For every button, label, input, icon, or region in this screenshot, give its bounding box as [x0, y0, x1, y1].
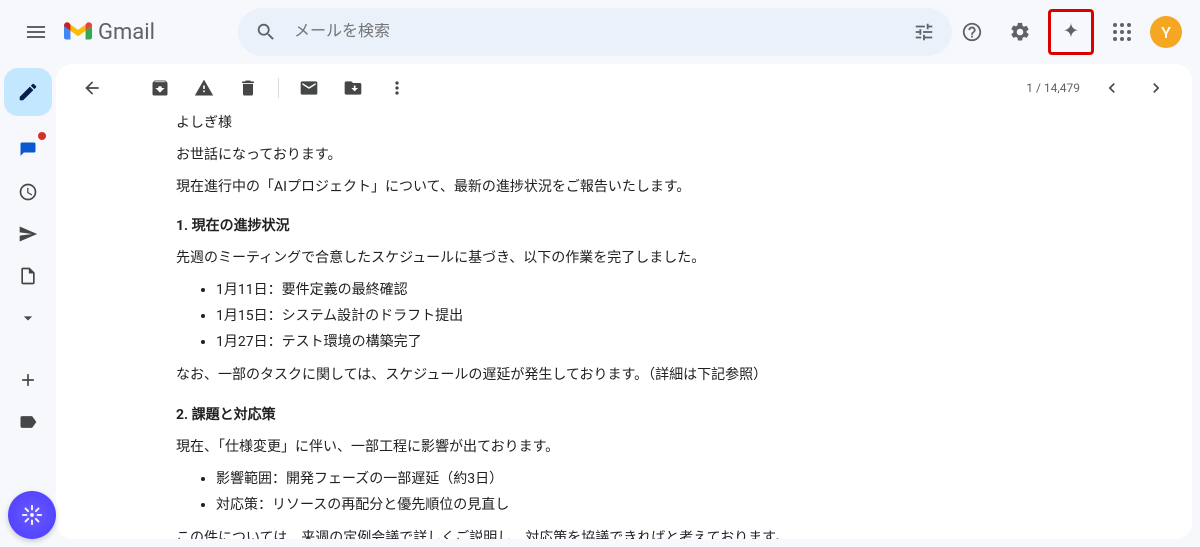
inbox-icon	[18, 140, 38, 160]
gmail-m-icon	[64, 21, 92, 43]
settings-button[interactable]	[1000, 12, 1040, 52]
new-label-button[interactable]	[12, 364, 44, 396]
move-to-button[interactable]	[333, 68, 373, 108]
trash-icon	[238, 78, 258, 98]
header-right: Y	[952, 9, 1192, 55]
section1-list: 1月11日：要件定義の最終確認 1月15日：システム設計のドラフト提出 1月27…	[176, 279, 1016, 354]
sparkle-icon	[1060, 21, 1082, 43]
content-card: 1 / 14,479 よしぎ様 お世話になっております。 現在進行中の「AIプロ…	[56, 64, 1192, 539]
nav-label[interactable]	[12, 406, 44, 438]
next-button[interactable]	[1136, 68, 1176, 108]
nav-drafts[interactable]	[12, 260, 44, 292]
gemini-highlight-box	[1048, 9, 1094, 55]
header: Gmail Y	[0, 0, 1200, 64]
label-icon	[18, 412, 38, 432]
folder-move-icon	[343, 78, 363, 98]
archive-button[interactable]	[140, 68, 180, 108]
plus-icon	[18, 370, 38, 390]
mail-body-scroll[interactable]: よしぎ様 お世話になっております。 現在進行中の「AIプロジェクト」について、最…	[56, 112, 1192, 539]
mail-intro: お世話になっております。	[176, 144, 1016, 168]
mail-icon	[299, 78, 319, 98]
back-button[interactable]	[72, 68, 112, 108]
spam-button[interactable]	[184, 68, 224, 108]
header-left: Gmail	[8, 8, 238, 56]
section2-lead: 現在、「仕様変更」に伴い、一部工程に影響が出ております。	[176, 436, 1016, 460]
apps-grid-icon	[1113, 23, 1131, 41]
nav-sent[interactable]	[12, 218, 44, 250]
toolbar-separator	[278, 78, 279, 98]
chevron-down-icon	[18, 308, 38, 328]
search-input[interactable]	[286, 23, 904, 41]
avatar-initial: Y	[1161, 23, 1171, 42]
unread-badge	[38, 132, 46, 140]
gmail-logo[interactable]: Gmail	[64, 20, 155, 45]
thread-counter: 1 / 14,479	[1026, 81, 1080, 95]
toolbar-right: 1 / 14,479	[1026, 68, 1176, 108]
chevron-left-icon	[1102, 78, 1122, 98]
clock-icon	[18, 182, 38, 202]
sparkle-burst-icon	[21, 504, 43, 526]
section1-note: なお、一部のタスクに関しては、スケジュールの遅延が発生しております。（詳細は下記…	[176, 364, 1016, 388]
delete-button[interactable]	[228, 68, 268, 108]
chat-fab[interactable]	[8, 491, 56, 539]
compose-button[interactable]	[4, 68, 52, 116]
file-icon	[18, 266, 38, 286]
more-vert-icon	[387, 78, 407, 98]
section1-title: 1. 現在の進捗状況	[176, 215, 1016, 239]
mail-toolbar: 1 / 14,479	[56, 64, 1192, 112]
mark-unread-button[interactable]	[289, 68, 329, 108]
section1-lead: 先週のミーティングで合意したスケジュールに基づき、以下の作業を完了しました。	[176, 247, 1016, 271]
mail-greeting: よしぎ様	[176, 112, 1016, 136]
spam-icon	[194, 78, 214, 98]
search-options-button[interactable]	[904, 12, 944, 52]
gear-icon	[1009, 21, 1031, 43]
section2-note: この件については、来週の定例会議で詳しくご説明し、対応策を協議できればと考えてお…	[176, 527, 1016, 539]
list-item: 対応策：リソースの再配分と優先順位の見直し	[216, 494, 1016, 518]
list-item: 1月11日：要件定義の最終確認	[216, 279, 1016, 303]
search-icon	[255, 21, 277, 43]
help-icon	[961, 21, 983, 43]
google-apps-button[interactable]	[1102, 12, 1142, 52]
main: 1 / 14,479 よしぎ様 お世話になっております。 現在進行中の「AIプロ…	[0, 64, 1200, 547]
prev-button[interactable]	[1092, 68, 1132, 108]
pencil-icon	[17, 81, 39, 103]
mail-body: よしぎ様 お世話になっております。 現在進行中の「AIプロジェクト」について、最…	[116, 112, 1016, 539]
left-nav	[0, 64, 56, 547]
mail-lead: 現在進行中の「AIプロジェクト」について、最新の進捗状況をご報告いたします。	[176, 176, 1016, 200]
more-actions-button[interactable]	[377, 68, 417, 108]
arrow-back-icon	[82, 78, 102, 98]
menu-icon	[24, 20, 48, 44]
chevron-right-icon	[1146, 78, 1166, 98]
support-button[interactable]	[952, 12, 992, 52]
account-avatar[interactable]: Y	[1150, 16, 1182, 48]
section2-list: 影響範囲：開発フェーズの一部遅延（約3日） 対応策：リソースの再配分と優先順位の…	[176, 468, 1016, 518]
list-item: 1月27日：テスト環境の構築完了	[216, 331, 1016, 355]
list-item: 1月15日：システム設計のドラフト提出	[216, 305, 1016, 329]
send-icon	[18, 224, 38, 244]
nav-more[interactable]	[12, 302, 44, 334]
nav-inbox[interactable]	[12, 134, 44, 166]
main-menu-button[interactable]	[12, 8, 60, 56]
gmail-logo-text: Gmail	[98, 20, 155, 45]
nav-snoozed[interactable]	[12, 176, 44, 208]
search-bar	[238, 8, 952, 56]
tune-icon	[913, 21, 935, 43]
archive-icon	[150, 78, 170, 98]
list-item: 影響範囲：開発フェーズの一部遅延（約3日）	[216, 468, 1016, 492]
search-button[interactable]	[246, 12, 286, 52]
section2-title: 2. 課題と対応策	[176, 404, 1016, 428]
gemini-button[interactable]	[1051, 12, 1091, 52]
